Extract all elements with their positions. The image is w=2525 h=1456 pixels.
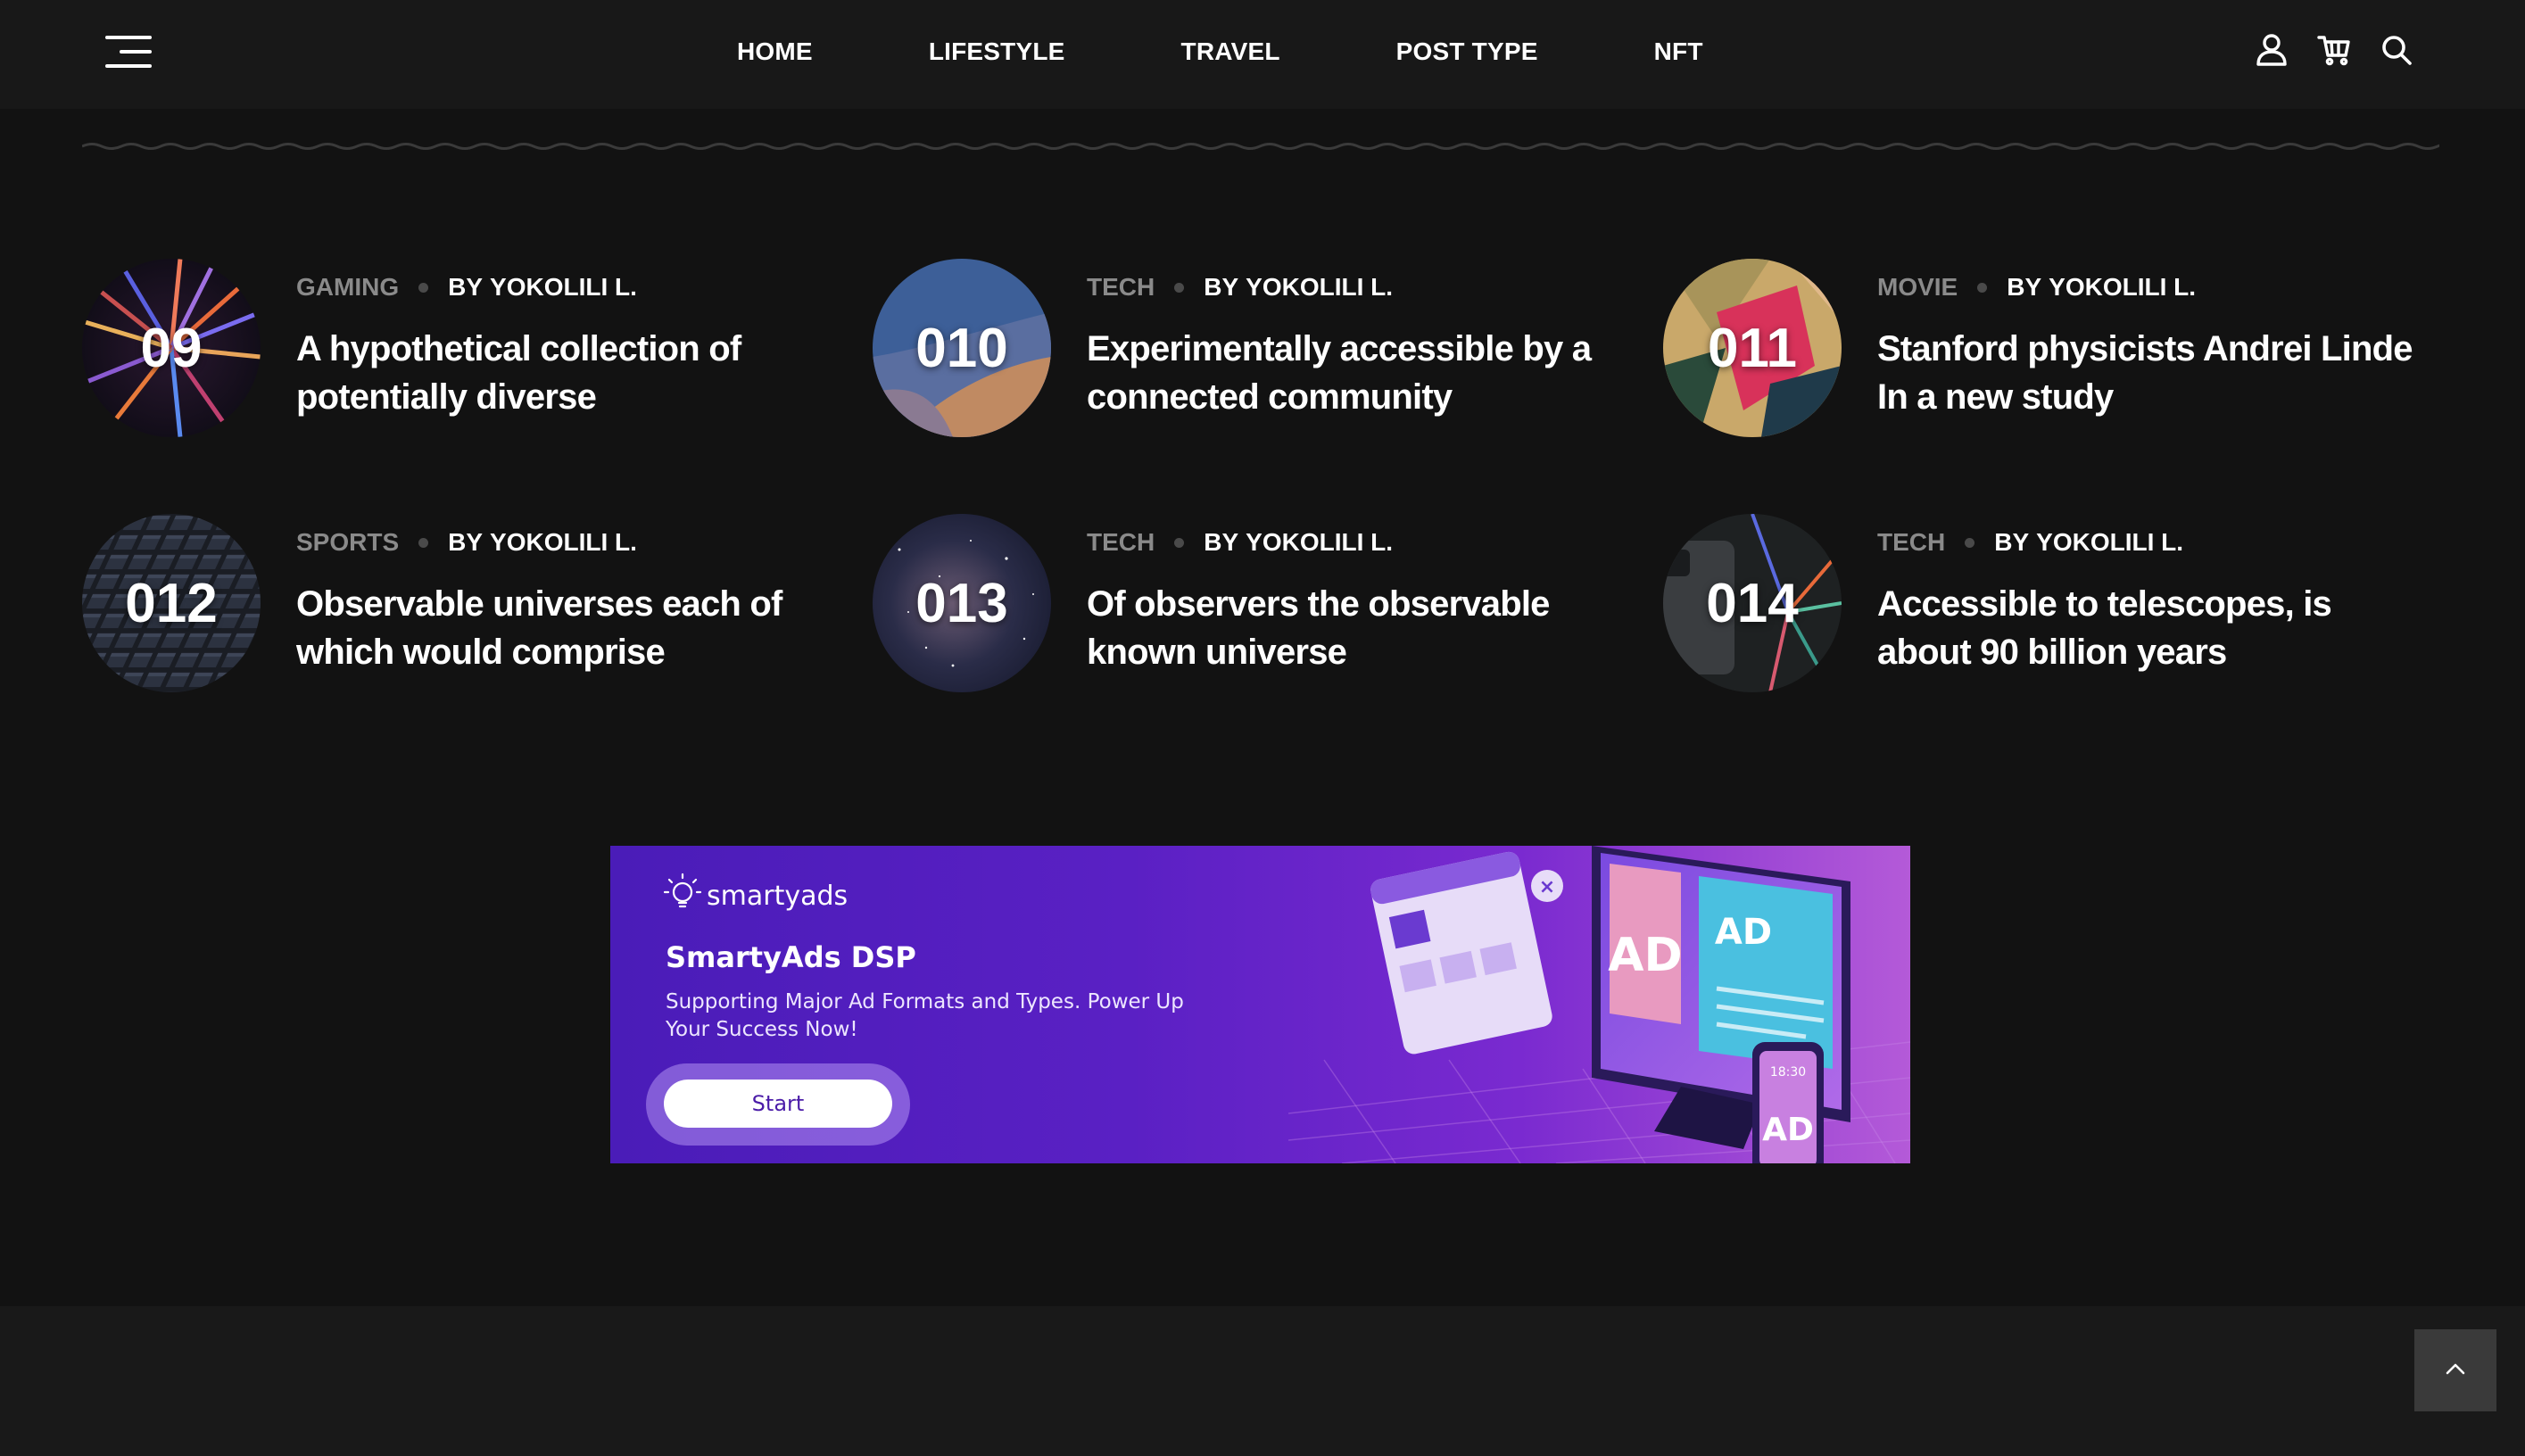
post-title[interactable]: Of observers the observable known univer…	[1087, 580, 1622, 676]
post-category[interactable]: GAMING	[296, 273, 399, 302]
site-footer	[0, 1306, 2525, 1456]
hamburger-menu-icon[interactable]	[105, 32, 152, 71]
post-number: 09	[140, 317, 203, 379]
post-author[interactable]: YOKOLILI L.	[1246, 528, 1393, 557]
post-number: 010	[915, 317, 1008, 379]
nav-item-lifestyle[interactable]: LIFESTYLE	[929, 37, 1065, 66]
post-thumbnail[interactable]: 014	[1663, 514, 1842, 692]
lightbulb-icon	[663, 873, 702, 920]
meta-separator-dot	[1965, 537, 1975, 548]
post-card: 014 TECH BY YOKOLILI L. Accessible to te…	[1663, 514, 2430, 692]
post-title[interactable]: A hypothetical collection of potentially…	[296, 325, 832, 421]
ad-title: SmartyAds DSP	[666, 940, 916, 974]
user-icon[interactable]	[2254, 32, 2289, 68]
post-card: 010 TECH BY YOKOLILI L. Experimentally a…	[873, 259, 1640, 437]
post-author[interactable]: YOKOLILI L.	[2036, 528, 2183, 557]
ad-illu-label: AD	[1608, 929, 1682, 982]
nav-item-home[interactable]: HOME	[737, 37, 813, 66]
post-author[interactable]: YOKOLILI L.	[490, 273, 637, 302]
post-meta: MOVIE BY YOKOLILI L.	[1877, 273, 2196, 302]
meta-separator-dot	[1174, 537, 1185, 548]
meta-separator-dot	[1174, 282, 1185, 293]
post-card: 012 SPORTS BY YOKOLILI L. Observable uni…	[82, 514, 849, 692]
site-header: HOME LIFESTYLE TRAVEL POST TYPE NFT	[0, 0, 2525, 109]
post-category[interactable]: TECH	[1087, 528, 1155, 557]
ad-illustration: × AD AD 18:30 AD	[1288, 846, 1910, 1163]
post-thumbnail[interactable]: 013	[873, 514, 1051, 692]
post-meta: GAMING BY YOKOLILI L.	[296, 273, 637, 302]
post-thumbnail[interactable]: 012	[82, 514, 261, 692]
back-to-top-button[interactable]	[2414, 1329, 2496, 1411]
ad-illu-label: 18:30	[1770, 1065, 1806, 1080]
search-icon[interactable]	[2379, 32, 2414, 68]
svg-text:×: ×	[1539, 876, 1555, 898]
ad-illu-label: AD	[1715, 912, 1772, 953]
post-category[interactable]: TECH	[1877, 528, 1945, 557]
post-author[interactable]: YOKOLILI L.	[1246, 273, 1393, 302]
post-title[interactable]: Observable universes each of which would…	[296, 580, 832, 676]
chevron-up-icon	[2446, 1362, 2465, 1379]
post-thumbnail[interactable]: 010	[873, 259, 1051, 437]
post-category[interactable]: TECH	[1087, 273, 1155, 302]
post-title[interactable]: Experimentally accessible by a connected…	[1087, 325, 1622, 421]
nav-item-travel[interactable]: TRAVEL	[1181, 37, 1280, 66]
header-actions	[2254, 32, 2414, 68]
post-by-label: BY	[1204, 273, 1239, 301]
post-card: 09 GAMING BY YOKOLILI L. A hypothetical …	[82, 259, 849, 437]
post-meta: TECH BY YOKOLILI L.	[1877, 528, 2183, 557]
post-by-label: BY	[1994, 528, 2030, 556]
ad-illu-label: AD	[1762, 1112, 1814, 1148]
meta-separator-dot	[1977, 282, 1988, 293]
post-thumbnail[interactable]: 09	[82, 259, 261, 437]
post-meta: TECH BY YOKOLILI L.	[1087, 273, 1393, 302]
main-nav: HOME LIFESTYLE TRAVEL POST TYPE NFT	[737, 0, 1703, 103]
post-title[interactable]: Accessible to telescopes, is about 90 bi…	[1877, 580, 2413, 676]
meta-separator-dot	[418, 537, 429, 548]
post-category[interactable]: SPORTS	[296, 528, 399, 557]
nav-item-nft[interactable]: NFT	[1654, 37, 1703, 66]
post-number: 012	[125, 572, 218, 634]
post-number: 011	[1707, 317, 1798, 379]
smartyads-logo: smartyads	[663, 873, 849, 920]
post-number: 014	[1706, 572, 1799, 634]
post-number: 013	[915, 572, 1008, 634]
post-category[interactable]: MOVIE	[1877, 273, 1958, 302]
post-meta: SPORTS BY YOKOLILI L.	[296, 528, 637, 557]
meta-separator-dot	[418, 282, 429, 293]
post-by-label: BY	[448, 273, 484, 301]
cart-icon[interactable]	[2316, 32, 2352, 68]
post-title[interactable]: Stanford physicists Andrei Linde In a ne…	[1877, 325, 2413, 421]
post-by-label: BY	[448, 528, 484, 556]
ad-banner[interactable]: smartyads SmartyAds DSP Supporting Major…	[610, 846, 1910, 1163]
post-by-label: BY	[2007, 273, 2042, 301]
post-meta: TECH BY YOKOLILI L.	[1087, 528, 1393, 557]
post-card: 011 MOVIE BY YOKOLILI L. Stanford physic…	[1663, 259, 2430, 437]
wavy-divider	[82, 143, 2439, 150]
post-author[interactable]: YOKOLILI L.	[490, 528, 637, 557]
ad-logo-text: smartyads	[707, 881, 849, 912]
post-author[interactable]: YOKOLILI L.	[2049, 273, 2196, 302]
post-thumbnail[interactable]: 011	[1663, 259, 1842, 437]
post-by-label: BY	[1204, 528, 1239, 556]
ad-start-button[interactable]: Start	[664, 1080, 892, 1128]
ad-description: Supporting Major Ad Formats and Types. P…	[666, 990, 1184, 1041]
post-card: 013 TECH BY YOKOLILI L. Of observers the…	[873, 514, 1640, 692]
nav-item-post-type[interactable]: POST TYPE	[1396, 37, 1538, 66]
